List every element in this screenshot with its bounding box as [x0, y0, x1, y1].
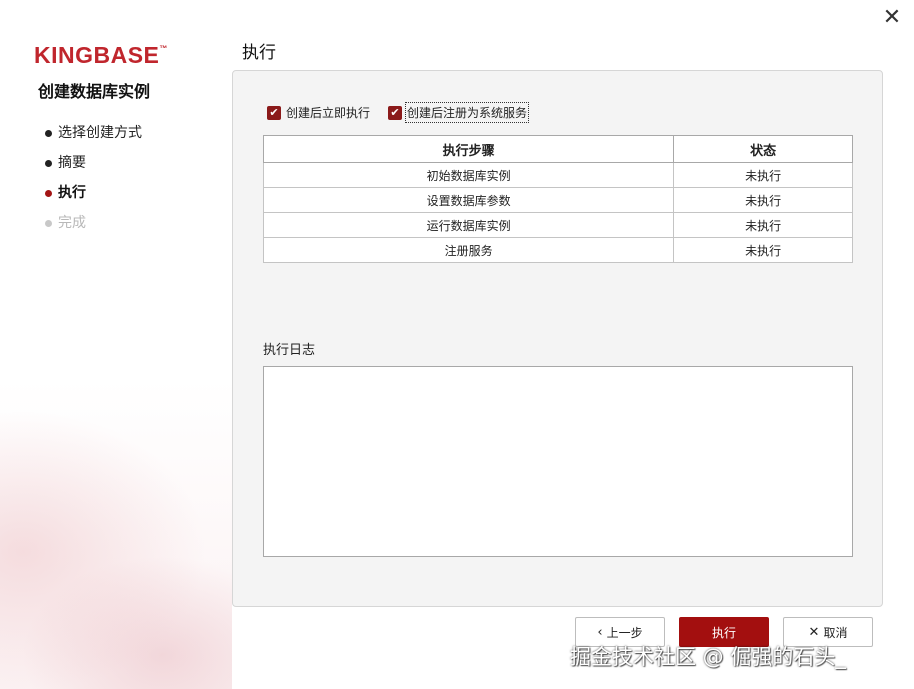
- step-label: 完成: [58, 215, 86, 231]
- close-icon[interactable]: ✕: [880, 6, 904, 30]
- step-bullet-icon: [45, 160, 52, 167]
- logo-text: KINGBASE: [34, 42, 160, 68]
- chevron-left-icon: ‹: [597, 624, 603, 640]
- previous-button-label: 上一步: [606, 625, 643, 640]
- kingbase-logo: KINGBASE™: [34, 42, 168, 69]
- watermark: 掘金技术社区 @ 倔强的石头_: [570, 645, 846, 669]
- table-row: 注册服务 未执行: [262, 237, 853, 263]
- checkbox-register-service[interactable]: ✔ 创建后注册为系统服务: [388, 102, 530, 123]
- table-header-row: 执行步骤 状态: [262, 135, 853, 163]
- cancel-button-label: 取消: [823, 625, 848, 640]
- step-cell: 运行数据库实例: [262, 212, 675, 238]
- checkbox-label: 创建后注册为系统服务: [405, 102, 530, 123]
- status-cell: 未执行: [673, 162, 853, 188]
- execute-button-label: 执行: [711, 625, 736, 640]
- wizard-title: 创建数据库实例: [38, 82, 151, 101]
- step-cell: 初始数据库实例: [262, 162, 675, 188]
- status-cell: 未执行: [673, 187, 853, 213]
- step-bullet-icon: [45, 220, 52, 227]
- step-summary: 摘要: [45, 153, 142, 183]
- step-label: 选择创建方式: [58, 125, 142, 141]
- step-bullet-icon: [45, 130, 52, 137]
- logo-trademark: ™: [159, 44, 168, 53]
- status-cell: 未执行: [673, 212, 853, 238]
- step-cell: 设置数据库参数: [262, 187, 675, 213]
- step-select-method: 选择创建方式: [45, 123, 142, 153]
- checkbox-run-after-create[interactable]: ✔ 创建后立即执行: [267, 104, 370, 121]
- table-row: 运行数据库实例 未执行: [262, 212, 853, 238]
- step-label: 摘要: [58, 155, 86, 171]
- step-finish: 完成: [45, 213, 142, 243]
- checkbox-label: 创建后立即执行: [286, 106, 371, 120]
- log-label: 执行日志: [263, 343, 316, 358]
- page-title: 执行: [242, 43, 276, 63]
- sidebar-background: [0, 0, 232, 689]
- wizard-steps: 选择创建方式 摘要 执行 完成: [45, 123, 142, 243]
- close-icon: ✕: [808, 624, 820, 640]
- column-header-step: 执行步骤: [262, 135, 675, 163]
- execution-steps-table: 执行步骤 状态 初始数据库实例 未执行 设置数据库参数 未执行 运行数据库实例 …: [262, 135, 853, 263]
- step-execute: 执行: [45, 183, 142, 213]
- step-bullet-icon: [45, 190, 52, 197]
- status-cell: 未执行: [673, 237, 853, 263]
- table-row: 初始数据库实例 未执行: [262, 162, 853, 188]
- execution-log-textarea[interactable]: [263, 366, 853, 557]
- options-row: ✔ 创建后立即执行 ✔ 创建后注册为系统服务: [267, 102, 545, 123]
- step-cell: 注册服务: [262, 237, 675, 263]
- column-header-status: 状态: [673, 135, 853, 163]
- table-row: 设置数据库参数 未执行: [262, 187, 853, 213]
- execute-panel: ✔ 创建后立即执行 ✔ 创建后注册为系统服务 执行步骤 状态 初始数据库实例 未…: [232, 70, 883, 607]
- checkmark-icon[interactable]: ✔: [388, 105, 403, 120]
- step-label: 执行: [58, 185, 86, 201]
- checkmark-icon[interactable]: ✔: [267, 105, 281, 120]
